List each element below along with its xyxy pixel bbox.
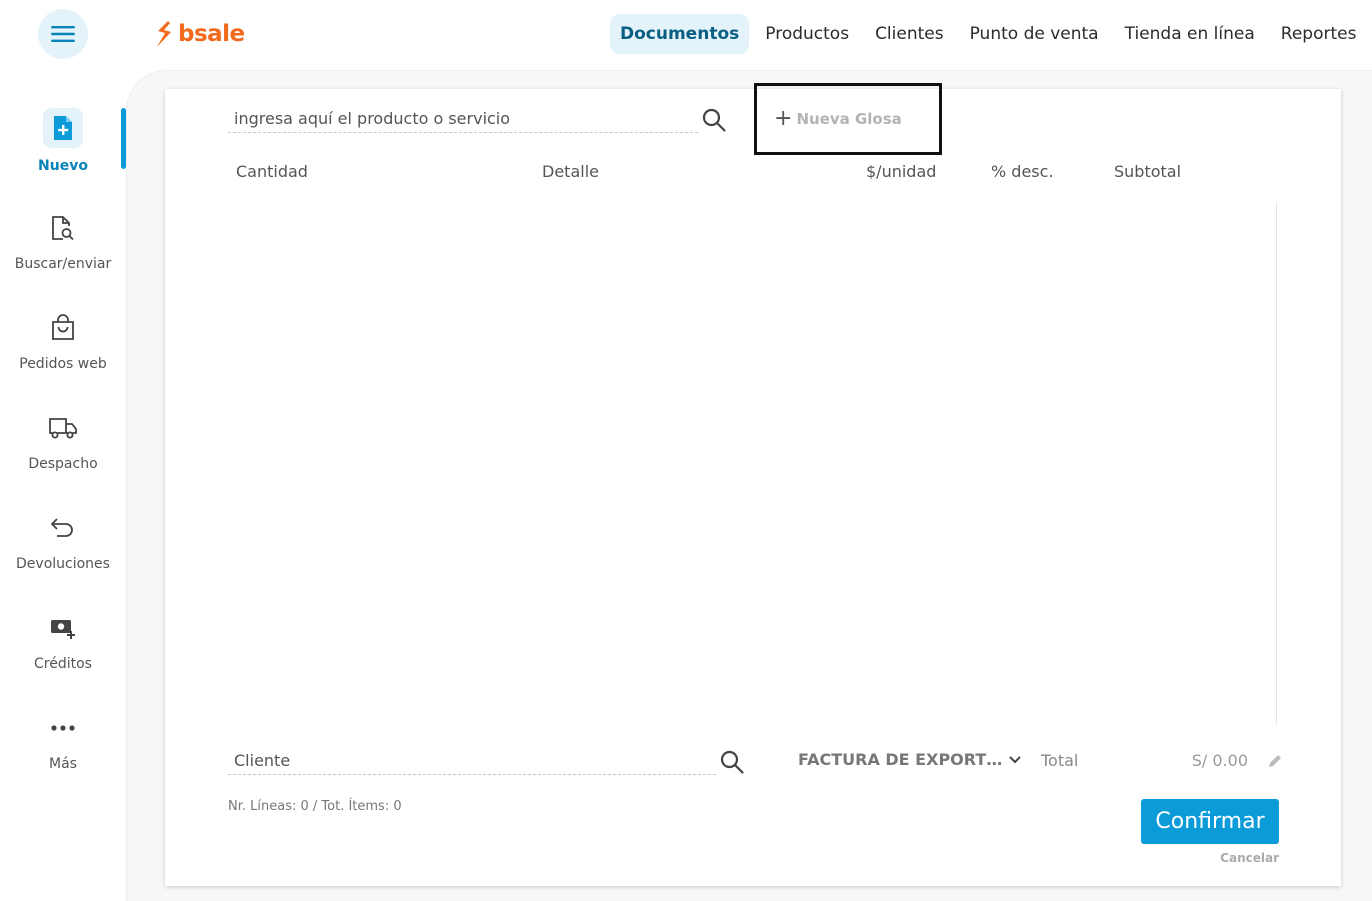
document-type-select[interactable]: FACTURA DE EXPORT… xyxy=(798,750,1022,769)
search-icon xyxy=(720,750,744,774)
sidebar-item-devoluciones[interactable]: Devoluciones xyxy=(0,508,126,598)
sidebar-item-label: Buscar/enviar xyxy=(14,256,112,272)
nav-tienda-en-linea[interactable]: Tienda en línea xyxy=(1115,14,1265,54)
shopping-bag-icon xyxy=(43,308,83,348)
hamburger-icon xyxy=(51,26,75,42)
pencil-icon xyxy=(1269,755,1281,767)
sidebar-item-label: Más xyxy=(49,756,77,772)
new-glosa-label: Nueva Glosa xyxy=(796,110,902,128)
table-scroll-divider xyxy=(1276,202,1277,724)
nav-productos[interactable]: Productos xyxy=(755,14,859,54)
sidebar-item-label: Nuevo xyxy=(38,158,88,174)
sidebar-item-label: Pedidos web xyxy=(19,356,107,372)
sidebar-item-buscar-enviar[interactable]: Buscar/enviar xyxy=(0,208,126,298)
sidebar-item-mas[interactable]: Más xyxy=(0,708,126,798)
edit-total-button[interactable] xyxy=(1266,752,1284,770)
money-plus-icon xyxy=(43,608,83,648)
sidebar-item-label: Créditos xyxy=(34,656,92,672)
nav-reportes[interactable]: Reportes xyxy=(1271,14,1367,54)
product-search-field[interactable] xyxy=(228,105,698,133)
truck-icon xyxy=(43,408,83,448)
product-search-button[interactable] xyxy=(700,106,728,134)
chevron-down-icon xyxy=(1009,755,1022,763)
column-header-cantidad: Cantidad xyxy=(236,162,308,181)
sidebar-item-label: Devoluciones xyxy=(16,556,110,572)
client-search-input[interactable] xyxy=(228,747,716,774)
client-search-field[interactable] xyxy=(228,747,716,775)
document-type-value: FACTURA DE EXPORT… xyxy=(798,750,1003,769)
nav-punto-de-venta[interactable]: Punto de venta xyxy=(960,14,1109,54)
hamburger-menu-button[interactable] xyxy=(38,9,88,59)
sidebar-item-label: Despacho xyxy=(28,456,98,472)
sidebar-item-nuevo[interactable]: Nuevo xyxy=(0,108,126,198)
product-search-input[interactable] xyxy=(228,105,698,132)
column-header-subtotal: Subtotal xyxy=(1114,162,1182,181)
return-arrow-icon xyxy=(43,508,83,548)
file-plus-icon xyxy=(43,108,83,148)
more-dots-icon xyxy=(43,708,83,748)
file-search-icon xyxy=(43,208,83,248)
cancel-link[interactable]: Cancelar xyxy=(1200,851,1279,865)
column-header-detalle: Detalle xyxy=(542,162,599,181)
lines-items-summary: Nr. Líneas: 0 / Tot. Ítems: 0 xyxy=(228,799,402,814)
column-header-precio-unidad: $/unidad xyxy=(866,162,937,181)
search-icon xyxy=(702,108,726,132)
bsale-logo-icon xyxy=(157,21,171,47)
total-value: S/ 0.00 xyxy=(1191,751,1248,770)
sidebar-item-creditos[interactable]: Créditos xyxy=(0,608,126,698)
plus-icon: + xyxy=(774,106,793,131)
client-search-button[interactable] xyxy=(718,748,746,776)
new-glosa-button[interactable]: + Nueva Glosa xyxy=(774,106,902,132)
brand-logo[interactable]: bsale xyxy=(154,18,245,50)
sidebar-item-pedidos-web[interactable]: Pedidos web xyxy=(0,308,126,398)
nav-clientes[interactable]: Clientes xyxy=(865,14,954,54)
column-header-descuento: % desc. xyxy=(991,162,1054,181)
sidebar-item-despacho[interactable]: Despacho xyxy=(0,408,126,498)
brand-name: bsale xyxy=(178,21,245,47)
top-navigation: Documentos Productos Clientes Punto de v… xyxy=(610,14,1372,54)
total-label: Total xyxy=(1041,751,1079,770)
confirm-button[interactable]: Confirmar xyxy=(1141,799,1279,844)
nav-documentos[interactable]: Documentos xyxy=(610,14,750,54)
